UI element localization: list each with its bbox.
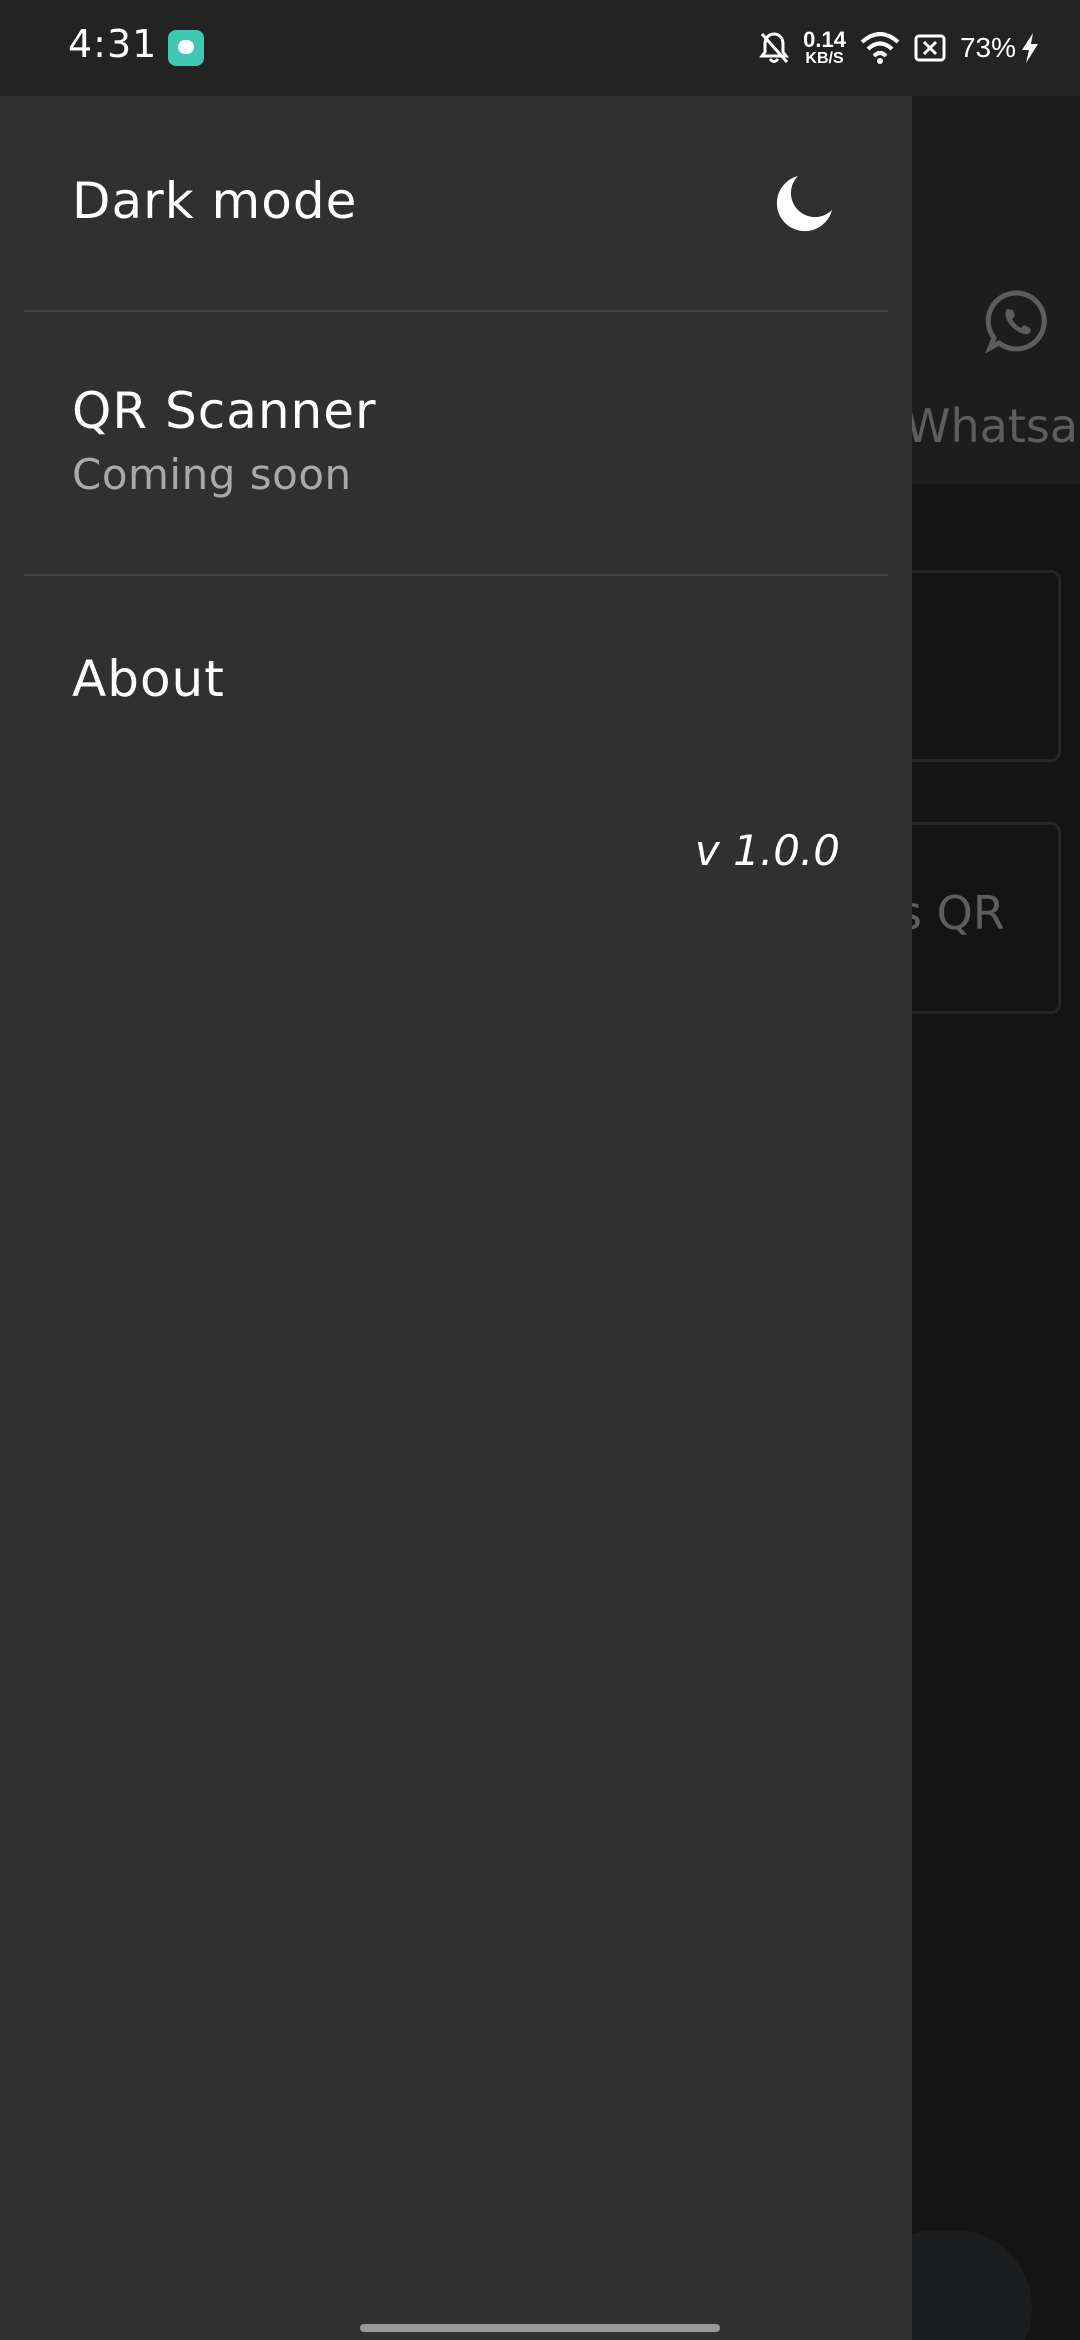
battery-percent: 73%	[959, 32, 1016, 63]
gesture-handle[interactable]	[360, 2324, 720, 2332]
bolt-icon	[1020, 32, 1040, 64]
navigation-drawer: Dark mode QR Scanner Coming soon About v…	[0, 96, 912, 2340]
no-sim-icon	[914, 34, 946, 62]
dark-mode-toggle[interactable]: Dark mode	[0, 96, 912, 310]
status-bar: 4:31 0.14 KB/S 73%	[0, 0, 1080, 96]
qr-scanner-item[interactable]: QR Scanner Coming soon	[0, 312, 912, 572]
qr-scanner-label: QR Scanner	[72, 382, 377, 440]
moon-icon[interactable]	[772, 172, 836, 240]
app-version: v 1.0.0	[694, 826, 840, 875]
about-item[interactable]: About	[0, 574, 912, 754]
about-label: About	[72, 650, 225, 708]
dark-mode-label: Dark mode	[72, 172, 358, 230]
status-time: 4:31	[68, 22, 158, 66]
qr-scanner-subtitle: Coming soon	[72, 450, 352, 499]
wifi-icon	[860, 32, 900, 64]
bell-off-icon	[759, 31, 790, 65]
status-icons: 0.14 KB/S 73%	[745, 26, 1040, 70]
net-speed-unit: KB/S	[805, 50, 844, 67]
screen: 4:31 0.14 KB/S 73% Whatsa s QR Dark mode…	[0, 0, 1080, 2340]
net-speed: 0.14 KB/S	[803, 29, 846, 67]
screen-recorder-icon	[168, 30, 204, 66]
net-speed-value: 0.14	[803, 27, 846, 52]
